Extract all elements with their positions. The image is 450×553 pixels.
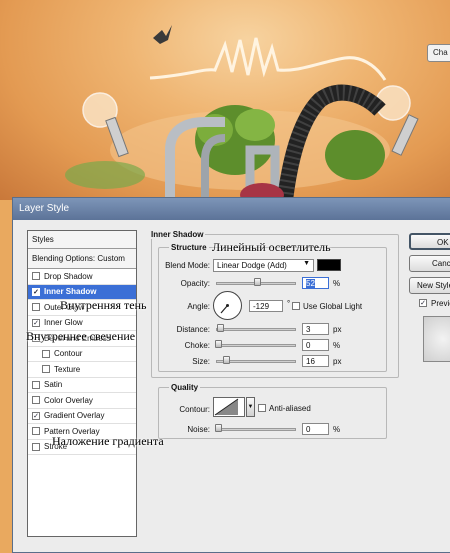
quality-title: Quality	[169, 383, 201, 392]
angle-needle-icon	[220, 304, 229, 314]
distance-input[interactable]: 3	[302, 323, 329, 335]
preview-swatch	[423, 316, 450, 362]
choke-slider-thumb[interactable]	[215, 340, 222, 348]
dialog-title: Layer Style	[13, 198, 450, 220]
opacity-slider-thumb[interactable]	[254, 278, 262, 286]
noise-value: 0	[306, 425, 311, 434]
stroke-checkbox[interactable]	[32, 442, 40, 451]
background-app-button[interactable]: Cha	[427, 44, 450, 62]
drop-shadow-checkbox[interactable]	[32, 272, 40, 281]
styles-header[interactable]: Styles	[28, 231, 136, 249]
noise-slider-thumb[interactable]	[215, 424, 222, 432]
gradient-overlay-checkbox[interactable]: ✓	[32, 411, 40, 420]
choke-label: Choke:	[184, 341, 210, 350]
blend-color-swatch[interactable]	[317, 259, 341, 271]
choke-input[interactable]: 0	[302, 339, 329, 351]
angle-value: -129	[253, 302, 270, 311]
contour-picker[interactable]	[213, 397, 245, 417]
background-artwork: Cha	[0, 0, 450, 200]
annotation-inner-glow: Внутреннее свечение	[26, 329, 136, 343]
cancel-button[interactable]: Cancel	[409, 255, 450, 272]
style-item-satin[interactable]: Satin	[28, 378, 136, 393]
angle-dial[interactable]	[213, 291, 242, 320]
angle-unit: °	[287, 299, 291, 308]
annotation-inner-shadow: Внутренняя тень	[60, 298, 147, 312]
use-global-light-checkbox[interactable]	[292, 302, 300, 310]
outer-glow-checkbox[interactable]	[32, 303, 40, 312]
inner-glow-checkbox[interactable]: ✓	[32, 318, 40, 327]
size-unit: px	[333, 357, 342, 366]
contour-curve-icon	[214, 398, 239, 416]
anti-aliased-checkbox[interactable]	[258, 404, 266, 412]
opacity-label: Opacity:	[180, 279, 210, 288]
style-item-label: Color Overlay	[44, 395, 93, 405]
style-item-label: Drop Shadow	[44, 271, 93, 281]
inner-shadow-title: Inner Shadow	[149, 230, 206, 239]
choke-value: 0	[306, 341, 311, 350]
texture-checkbox[interactable]	[42, 365, 50, 374]
annotation-blend-mode: Линейный осветлитель	[212, 240, 331, 254]
opacity-input[interactable]: 52	[302, 277, 329, 289]
style-item-label: Contour	[54, 349, 83, 359]
style-item-label: Gradient Overlay	[44, 411, 105, 421]
style-item-label: Satin	[44, 380, 63, 390]
styles-header-label: Styles	[32, 235, 54, 244]
ok-button[interactable]: OK	[409, 233, 450, 250]
structure-title: Structure	[169, 243, 209, 252]
use-global-light-label[interactable]: Use Global Light	[303, 302, 362, 311]
satin-checkbox[interactable]	[32, 380, 40, 389]
distance-slider-track[interactable]	[216, 328, 296, 331]
style-item-label: Inner Glow	[44, 318, 83, 328]
contour-label: Contour:	[179, 405, 210, 414]
blending-options-label: Blending Options: Custom	[32, 254, 125, 263]
size-slider-thumb[interactable]	[223, 356, 230, 364]
choke-unit: %	[333, 341, 341, 350]
angle-label: Angle:	[187, 302, 210, 311]
artwork-illustration	[65, 25, 419, 200]
new-style-button[interactable]: New Style...	[409, 277, 450, 294]
distance-label: Distance:	[176, 325, 210, 334]
blend-mode-value: Linear Dodge (Add)	[217, 261, 287, 270]
style-item-texture[interactable]: Texture	[28, 362, 136, 378]
contour-dropdown[interactable]: ▼	[246, 397, 255, 417]
inner-shadow-checkbox[interactable]: ✓	[32, 287, 40, 296]
blend-mode-select[interactable]: Linear Dodge (Add) ▼	[213, 259, 314, 272]
chevron-down-icon: ▼	[247, 404, 254, 410]
style-item-contour[interactable]: Contour	[28, 347, 136, 362]
pattern-overlay-checkbox[interactable]	[32, 427, 40, 436]
size-value: 16	[306, 357, 315, 366]
angle-input[interactable]: -129	[249, 300, 283, 312]
size-input[interactable]: 16	[302, 355, 329, 367]
styles-list: Styles Blending Options: Custom Drop Sha…	[27, 230, 137, 537]
noise-label: Noise:	[187, 425, 210, 434]
distance-slider-thumb[interactable]	[217, 324, 224, 332]
distance-value: 3	[306, 325, 311, 334]
style-item-drop-shadow[interactable]: Drop Shadow	[28, 269, 136, 285]
distance-unit: px	[333, 325, 342, 334]
contour-checkbox[interactable]	[42, 349, 50, 358]
anti-aliased-label[interactable]: Anti-aliased	[269, 404, 311, 413]
preview-checkbox[interactable]: ✓	[419, 299, 427, 307]
opacity-unit: %	[333, 279, 341, 288]
noise-slider-track[interactable]	[216, 428, 296, 431]
choke-slider-track[interactable]	[216, 344, 296, 347]
size-label: Size:	[192, 357, 210, 366]
blend-mode-label: Blend Mode:	[165, 261, 210, 270]
color-overlay-checkbox[interactable]	[32, 396, 40, 405]
noise-input[interactable]: 0	[302, 423, 329, 435]
chevron-down-icon: ▼	[303, 260, 310, 267]
annotation-gradient-overlay: Наложение градиента	[52, 434, 164, 448]
style-item-color-overlay[interactable]: Color Overlay	[28, 393, 136, 409]
style-item-label: Texture	[54, 364, 81, 374]
noise-unit: %	[333, 425, 341, 434]
blending-options-item[interactable]: Blending Options: Custom	[28, 249, 136, 269]
style-item-label: Inner Shadow	[44, 287, 97, 297]
opacity-value: 52	[306, 279, 315, 288]
preview-label[interactable]: Preview	[431, 299, 450, 308]
style-item-gradient-overlay[interactable]: ✓ Gradient Overlay	[28, 409, 136, 424]
